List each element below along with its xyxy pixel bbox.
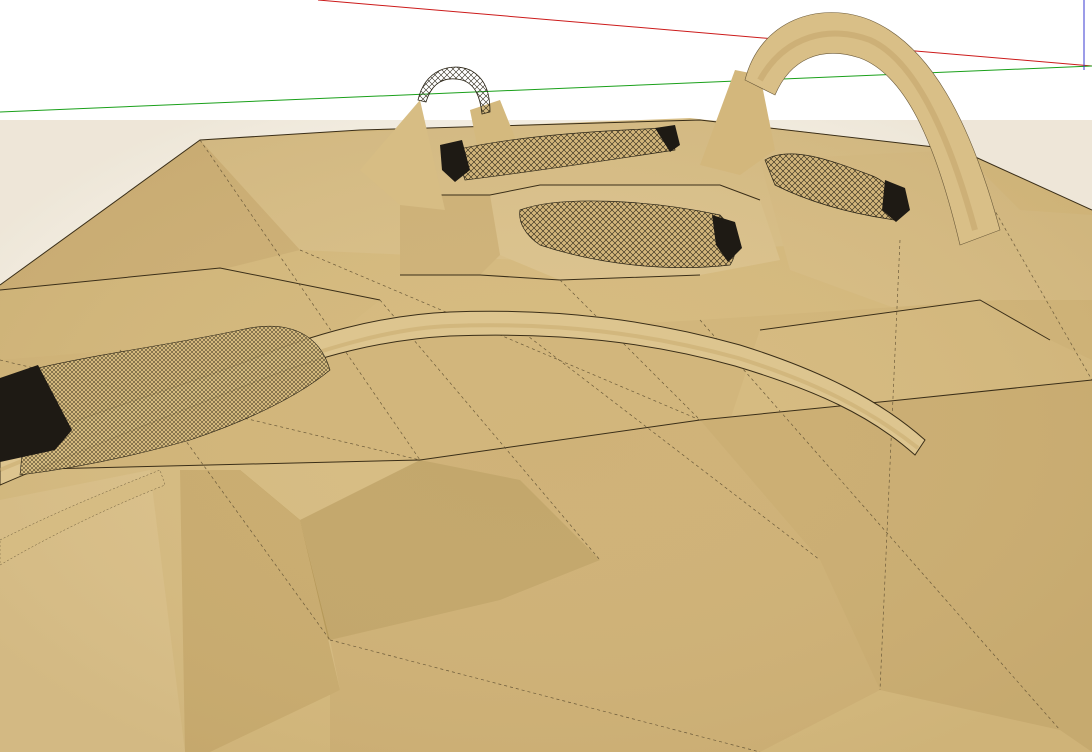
model-viewport[interactable] xyxy=(0,0,1092,752)
3d-scene[interactable] xyxy=(0,0,1092,752)
